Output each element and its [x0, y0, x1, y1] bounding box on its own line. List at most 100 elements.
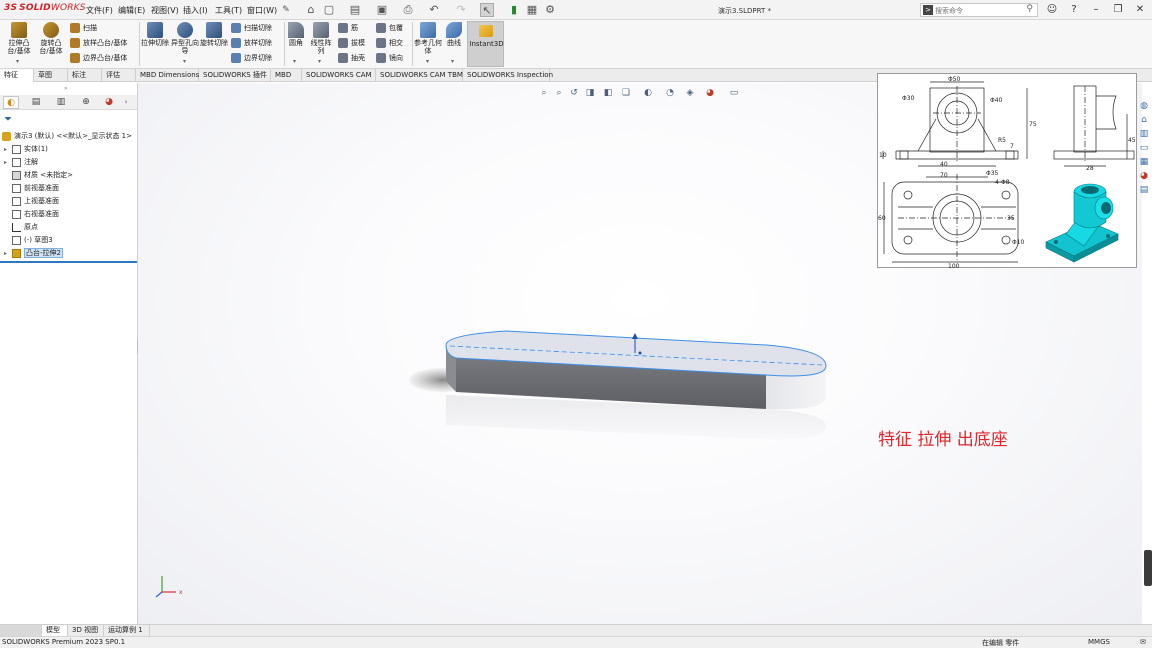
- side-handle[interactable]: [1144, 550, 1152, 586]
- collapse-grip-icon[interactable]: »: [64, 85, 68, 92]
- tree-item-sketch3[interactable]: (-) 草图3: [4, 234, 53, 246]
- minimize-button[interactable]: –: [1088, 3, 1104, 17]
- view-palette-icon[interactable]: ▦: [1138, 156, 1150, 168]
- tab-sketch[interactable]: 草图: [34, 69, 68, 82]
- tab-mbd-dimensions[interactable]: MBD Dimensions: [136, 69, 199, 82]
- tab-mbd[interactable]: MBD: [271, 69, 302, 82]
- account-icon[interactable]: ☺: [1044, 3, 1060, 17]
- menu-tools[interactable]: 工具(T): [215, 5, 242, 16]
- wrap-button[interactable]: 包覆: [376, 23, 403, 33]
- tab-3d-views[interactable]: 3D 视图: [68, 625, 104, 636]
- home-icon[interactable]: ⌂: [304, 3, 318, 17]
- expand-arrow-icon[interactable]: ▸: [4, 157, 12, 169]
- revolve-boss-button[interactable]: 旋转凸台/基体: [36, 22, 66, 55]
- menu-insert[interactable]: 插入(I): [183, 5, 208, 16]
- dynamic-annotation-icon[interactable]: ◧: [602, 87, 614, 99]
- display-style-icon[interactable]: ◐: [642, 87, 654, 99]
- folder-icon[interactable]: ▭: [1138, 142, 1150, 154]
- options-gear-icon[interactable]: ⚙: [543, 3, 557, 17]
- tree-item-boss-extrude2[interactable]: ▸ 凸台-拉伸2: [4, 247, 63, 259]
- curves-button[interactable]: 曲线: [444, 22, 464, 47]
- expand-arrow-icon[interactable]: ▸: [4, 144, 12, 156]
- linear-pattern-button[interactable]: 线性阵列: [308, 22, 334, 55]
- extrude-cut-button[interactable]: 拉伸切除: [141, 22, 169, 47]
- revolve-cut-button[interactable]: 旋转切除: [200, 22, 228, 47]
- fillet-button[interactable]: 圆角: [286, 22, 306, 47]
- tree-item-solid-bodies[interactable]: ▸ 实体(1): [4, 143, 48, 155]
- file-explorer-icon[interactable]: ▥: [1138, 128, 1150, 140]
- appearances-icon[interactable]: ◕: [1138, 170, 1150, 182]
- chevron-down-icon[interactable]: ▾: [318, 58, 321, 65]
- chevron-down-icon[interactable]: ▾: [451, 58, 454, 65]
- tree-item-annotations[interactable]: ▸ 注解: [4, 156, 38, 168]
- sweep-button[interactable]: 扫描: [70, 23, 97, 33]
- unit-system[interactable]: MMGS: [1088, 638, 1110, 646]
- custom-properties-icon[interactable]: ▤: [1138, 184, 1150, 196]
- search-icon[interactable]: ⚲: [1026, 4, 1033, 14]
- tab-model[interactable]: 模型: [42, 625, 68, 636]
- reference-geometry-button[interactable]: 参考几何体: [414, 22, 442, 55]
- previous-view-icon[interactable]: ↺: [568, 87, 580, 99]
- chevron-down-icon[interactable]: ▾: [183, 58, 186, 65]
- open-folder-icon[interactable]: ▤: [348, 3, 362, 17]
- property-manager-tab-icon[interactable]: ▤: [28, 96, 44, 109]
- tree-item-origin[interactable]: 原点: [4, 221, 38, 233]
- draft-button[interactable]: 拔模: [338, 38, 365, 48]
- chevron-right-icon[interactable]: ›: [118, 96, 134, 109]
- chevron-down-icon[interactable]: ▾: [293, 58, 296, 65]
- edit-appearance-icon[interactable]: ◈: [684, 87, 696, 99]
- tree-item-top-plane[interactable]: 上视基准面: [4, 195, 59, 207]
- configuration-manager-tab-icon[interactable]: ▥: [53, 96, 69, 109]
- file-properties-icon[interactable]: ▦: [525, 3, 539, 17]
- extrude-boss-button[interactable]: 拉伸凸台/基体: [4, 22, 34, 55]
- solidworks-logo[interactable]: 3S SOLIDWORKS: [4, 3, 86, 13]
- expand-arrow-icon[interactable]: ▸: [4, 248, 12, 260]
- menu-view[interactable]: 视图(V): [151, 5, 179, 16]
- instant3d-button[interactable]: Instant3D: [467, 21, 504, 67]
- solidworks-resources-icon[interactable]: ◍: [1138, 100, 1150, 112]
- zoom-to-area-icon[interactable]: ⌕: [553, 87, 565, 99]
- tab-markup[interactable]: 标注: [68, 69, 102, 82]
- pin-icon[interactable]: ✎: [279, 3, 293, 17]
- zoom-to-fit-icon[interactable]: ⌕: [538, 87, 550, 99]
- tree-item-material[interactable]: 材质 <未指定>: [4, 169, 73, 181]
- tab-solidworks-cam-tbm[interactable]: SOLIDWORKS CAM TBM: [376, 69, 463, 82]
- save-icon[interactable]: ▣: [375, 3, 389, 17]
- close-button[interactable]: ✕: [1132, 3, 1148, 17]
- tree-item-front-plane[interactable]: 前视基准面: [4, 182, 59, 194]
- lofted-cut-button[interactable]: 放样切除: [231, 38, 272, 48]
- rebuild-icon[interactable]: ▮: [507, 3, 521, 17]
- boundary-boss-button[interactable]: 边界凸台/基体: [70, 53, 127, 63]
- tab-solidworks-cam[interactable]: SOLIDWORKS CAM: [302, 69, 376, 82]
- restore-button[interactable]: ❐: [1110, 3, 1126, 17]
- display-manager-tab-icon[interactable]: ◕: [101, 96, 117, 109]
- undo-icon[interactable]: ↶: [427, 3, 441, 17]
- hole-wizard-button[interactable]: 异型孔向导: [170, 22, 200, 55]
- chevron-down-icon[interactable]: ▾: [426, 58, 429, 65]
- rollback-bar[interactable]: [0, 261, 137, 263]
- swept-cut-button[interactable]: 扫描切除: [231, 23, 272, 33]
- menu-window[interactable]: 窗口(W): [247, 5, 277, 16]
- boundary-cut-button[interactable]: 边界切除: [231, 53, 272, 63]
- feature-tree-tab-icon[interactable]: ◐: [3, 96, 19, 109]
- hide-show-items-icon[interactable]: ◔: [664, 87, 676, 99]
- help-icon[interactable]: ?: [1066, 3, 1082, 17]
- rib-button[interactable]: 筋: [338, 23, 358, 33]
- print-icon[interactable]: ⎙: [401, 3, 415, 17]
- loft-boss-button[interactable]: 放样凸台/基体: [70, 38, 127, 48]
- search-command-box[interactable]: > ⚲: [920, 3, 1038, 17]
- tree-item-right-plane[interactable]: 右视基准面: [4, 208, 59, 220]
- intersect-button[interactable]: 相交: [376, 38, 403, 48]
- tab-solidworks-addins[interactable]: SOLIDWORKS 插件: [199, 69, 271, 82]
- view-settings-icon[interactable]: ▭: [728, 87, 740, 99]
- shell-button[interactable]: 抽壳: [338, 53, 365, 63]
- apply-scene-icon[interactable]: ◕: [704, 87, 716, 99]
- menu-file[interactable]: 文件(F): [86, 5, 113, 16]
- help-bubble-icon[interactable]: ✉: [1140, 638, 1146, 646]
- tab-evaluate[interactable]: 评估: [102, 69, 136, 82]
- tab-scroll-arrows[interactable]: [0, 625, 42, 636]
- design-library-icon[interactable]: ⌂: [1138, 114, 1150, 126]
- tab-features[interactable]: 特征: [0, 69, 34, 82]
- search-input[interactable]: [935, 5, 1019, 16]
- new-document-icon[interactable]: ▢: [322, 3, 336, 17]
